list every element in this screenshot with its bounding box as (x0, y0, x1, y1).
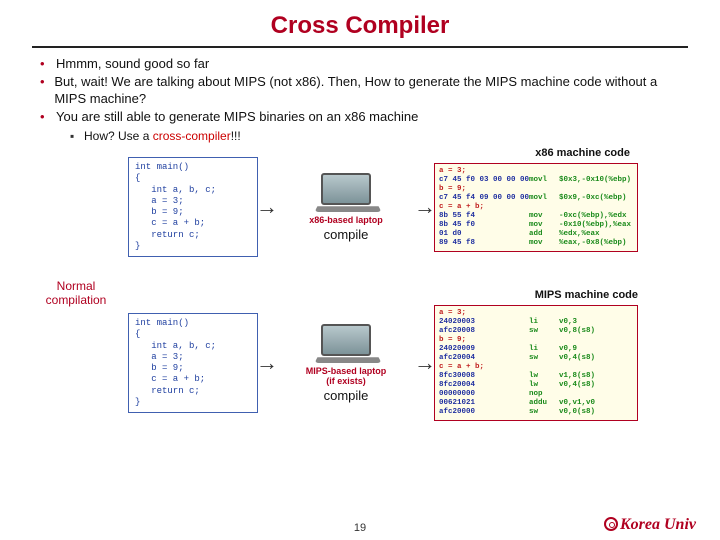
mips-laptop-block: MIPS-based laptop (if exists) compile (276, 324, 416, 403)
x86-row: int main() { int a, b, c; a = 3; b = 9; … (128, 157, 638, 257)
x86-laptop-block: x86-based laptop compile (276, 173, 416, 242)
bullet-list: •Hmmm, sound good so far •But, wait! We … (40, 56, 680, 143)
arrow-icon: → (414, 350, 436, 376)
sub-prefix: How? Use a (84, 129, 153, 143)
if-exists-label: (if exists) (276, 376, 416, 386)
x86-laptop-label: x86-based laptop (276, 215, 416, 225)
compile-label: compile (276, 388, 416, 403)
mips-machine-code-box: a = 3;24020003liv0,3afc20008swv0,8(s8)b … (434, 305, 638, 421)
arrow-icon: → (414, 194, 436, 220)
compile-label: compile (276, 227, 416, 242)
university-label: Korea Univ (604, 516, 696, 534)
source-code-box-2: int main() { int a, b, c; a = 3; b = 9; … (128, 313, 258, 413)
arrow-icon: → (256, 350, 278, 376)
bullet-dot: • (40, 109, 56, 125)
normal-compilation-label: Normal compilation (30, 279, 122, 308)
cross-compiler-term: cross-compiler (153, 129, 231, 143)
laptop-icon (316, 173, 376, 213)
bullet-text: But, wait! We are talking about MIPS (no… (54, 74, 680, 107)
sub-suffix: !!! (231, 129, 241, 143)
source-code-box-1: int main() { int a, b, c; a = 3; b = 9; … (128, 157, 258, 257)
bullet-text: Hmmm, sound good so far (56, 56, 209, 72)
mips-laptop-label: MIPS-based laptop (276, 366, 416, 376)
slide-title: Cross Compiler (0, 0, 720, 40)
normal-line2: compilation (46, 293, 107, 307)
sub-bullet-square: ▪ (70, 129, 84, 143)
sub-bullet-text: How? Use a cross-compiler!!! (84, 129, 241, 143)
bullet-dot: • (40, 74, 54, 107)
title-divider (32, 46, 688, 48)
footer: 19 Korea Univ (0, 522, 720, 534)
arrow-icon: → (256, 194, 278, 220)
laptop-icon (316, 324, 376, 364)
bullet-dot: • (40, 56, 56, 72)
mips-row: int main() { int a, b, c; a = 3; b = 9; … (128, 305, 638, 421)
normal-line1: Normal (57, 279, 96, 293)
university-logo-icon (604, 517, 618, 531)
mips-mc-label: MIPS machine code (535, 289, 638, 301)
university-name: Korea Univ (620, 516, 696, 533)
bullet-text: You are still able to generate MIPS bina… (56, 109, 418, 125)
x86-machine-code-box: a = 3;c7 45 f0 03 00 00 00movl$0x3,-0x10… (434, 163, 638, 252)
